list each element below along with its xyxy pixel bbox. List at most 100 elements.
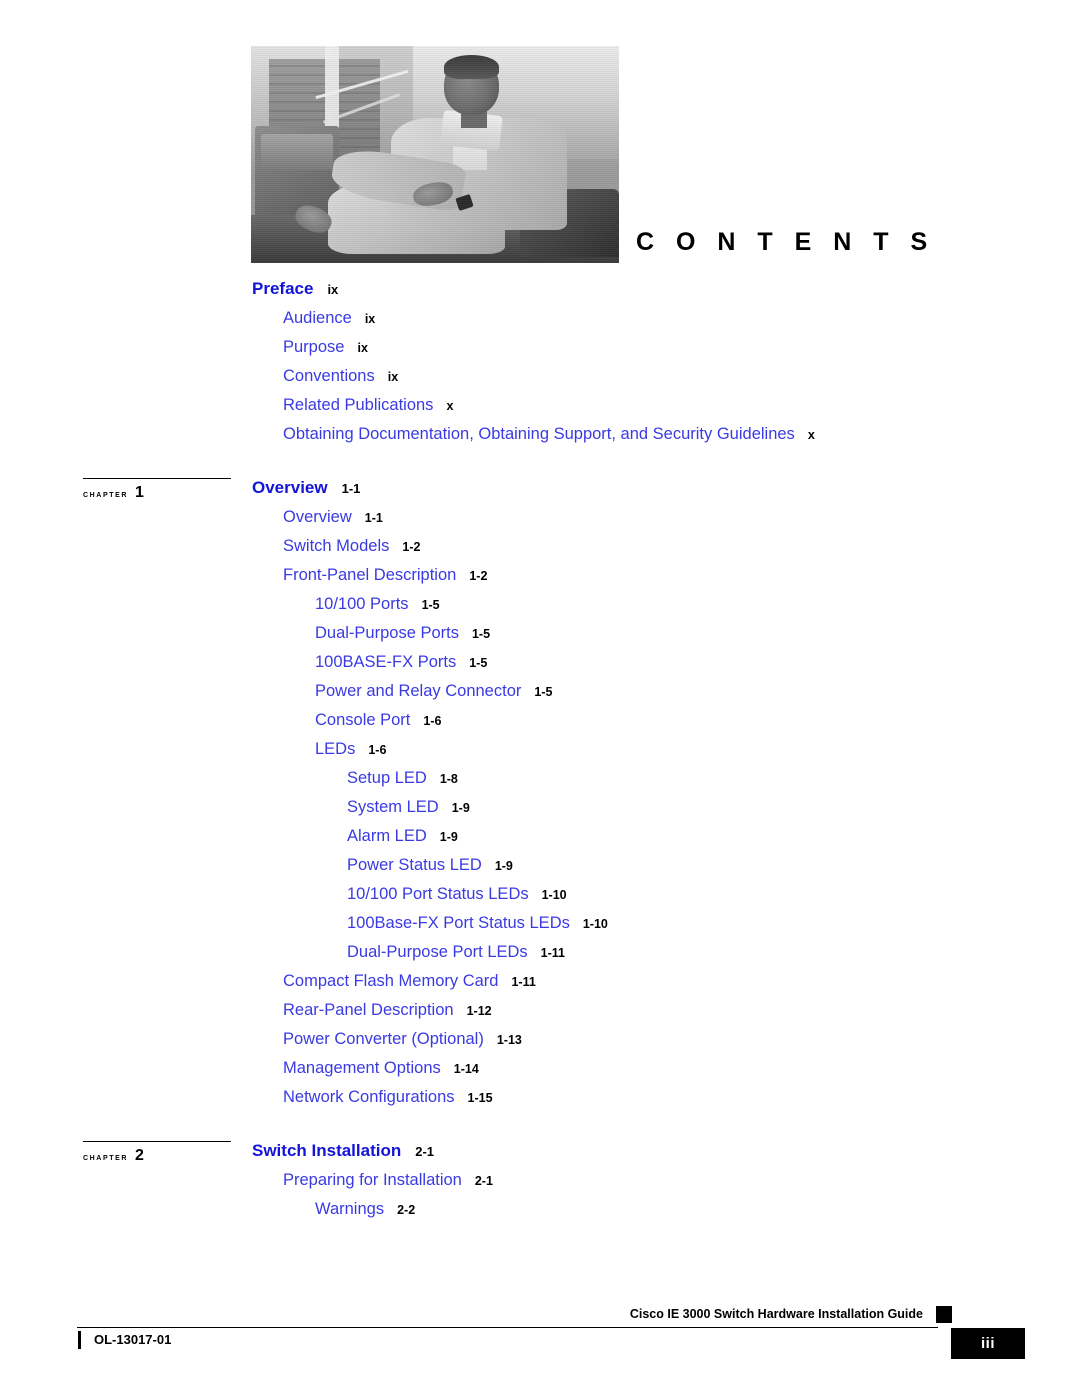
toc-entry[interactable]: 100Base-FX Port Status LEDs 1-10 [0, 914, 1080, 933]
chapter-word: CHAPTER [83, 1151, 129, 1163]
toc-entry[interactable]: LEDs 1-6 [0, 740, 1080, 759]
toc-entry[interactable]: 10/100 Ports 1-5 [0, 595, 1080, 614]
toc-entry-page: 1-13 [496, 1033, 522, 1047]
toc-entry[interactable]: Front-Panel Description 1-2 [0, 566, 1080, 585]
toc-entry[interactable]: 100BASE-FX Ports 1-5 [0, 653, 1080, 672]
toc-chapter-heading[interactable]: Switch Installation 2-1 [0, 1141, 1080, 1161]
toc-entry-label: Console Port [315, 711, 411, 729]
toc-entry[interactable]: Power and Relay Connector 1-5 [0, 682, 1080, 701]
chapter-rule [83, 478, 231, 479]
toc-entry-page: 1-5 [469, 656, 488, 670]
toc-entry-label: 100Base-FX Port Status LEDs [347, 914, 570, 932]
toc-chapter-block: CHAPTER 2 Switch Installation 2-1 [0, 1141, 1080, 1164]
toc-entry[interactable]: Alarm LED 1-9 [0, 827, 1080, 846]
toc-entry-label: Overview [283, 508, 352, 526]
toc-entry-page: 2-1 [415, 1144, 435, 1159]
toc-entry-page: 1-14 [453, 1062, 479, 1076]
toc-entry-page: 1-6 [368, 743, 387, 757]
toc-entry[interactable]: Dual-Purpose Port LEDs 1-11 [0, 943, 1080, 962]
toc-entry-label: Compact Flash Memory Card [283, 972, 499, 990]
toc-entry[interactable]: Power Converter (Optional) 1-13 [0, 1030, 1080, 1049]
toc-entry-label: Network Configurations [283, 1088, 455, 1106]
toc-entry-label: Rear-Panel Description [283, 1001, 454, 1019]
chapter-number: 2 [135, 1147, 144, 1164]
toc-entry[interactable]: Switch Models 1-2 [0, 537, 1080, 556]
toc-entry[interactable]: Dual-Purpose Ports 1-5 [0, 624, 1080, 643]
toc-entry[interactable]: 10/100 Port Status LEDs 1-10 [0, 885, 1080, 904]
toc-entry[interactable]: Overview 1-1 [0, 508, 1080, 527]
toc-entry-label: Audience [283, 309, 352, 327]
toc-entry[interactable]: Conventions ix [0, 367, 1080, 386]
footer-page-number: iii [980, 1335, 995, 1352]
toc-entry[interactable]: Compact Flash Memory Card 1-11 [0, 972, 1080, 991]
toc-entry-page: 1-10 [582, 917, 608, 931]
toc-entry-page: 1-12 [466, 1004, 492, 1018]
toc-entry[interactable]: Related Publications x [0, 396, 1080, 415]
toc-entry-preface[interactable]: Preface ix [0, 279, 1080, 299]
chapter-number: 1 [135, 484, 144, 501]
toc-entry-label: System LED [347, 798, 439, 816]
toc-entry-label: Preface [252, 279, 314, 298]
toc-entry[interactable]: Setup LED 1-8 [0, 769, 1080, 788]
toc-entry[interactable]: Warnings 2-2 [0, 1200, 1080, 1219]
toc-entry-page: ix [387, 370, 399, 384]
toc-entry-page: 1-9 [439, 830, 458, 844]
toc-entry[interactable]: Management Options 1-14 [0, 1059, 1080, 1078]
toc-entry[interactable]: Network Configurations 1-15 [0, 1088, 1080, 1107]
toc-entry-label: Dual-Purpose Port LEDs [347, 943, 528, 961]
toc-entry[interactable]: Power Status LED 1-9 [0, 856, 1080, 875]
chapter-label: CHAPTER 2 [83, 1147, 144, 1165]
toc-chapter-block: CHAPTER 1 Overview 1-1 [0, 478, 1080, 501]
footer-divider [77, 1327, 938, 1328]
toc-entry-page: 2-1 [474, 1174, 493, 1188]
toc-entry-page: 1-5 [534, 685, 553, 699]
toc-entry-label: Warnings [315, 1200, 385, 1218]
toc-entry[interactable]: Purpose ix [0, 338, 1080, 357]
footer-page-box: iii [951, 1328, 1025, 1359]
toc-entry-page: 1-5 [471, 627, 491, 641]
toc-entry[interactable]: Console Port 1-6 [0, 711, 1080, 730]
document-page: C O N T E N T S Preface ix Audience ix Pur… [0, 0, 1080, 1397]
toc-entry[interactable]: Obtaining Documentation, Obtaining Suppo… [0, 425, 1080, 444]
toc-entry-label: 10/100 Ports [315, 595, 409, 613]
chapter-label: CHAPTER 1 [83, 484, 144, 502]
toc-entry-page: 1-9 [451, 801, 470, 815]
toc-chapter-blocks: CHAPTER 1 Overview 1-1 Overview 1-1 Switch Mod… [0, 444, 1080, 1219]
page-footer: Cisco IE 3000 Switch Hardware Installati… [0, 1305, 1080, 1385]
toc-entry[interactable]: System LED 1-9 [0, 798, 1080, 817]
toc-chapter-heading[interactable]: Overview 1-1 [0, 478, 1080, 498]
toc-entry[interactable]: Rear-Panel Description 1-12 [0, 1001, 1080, 1020]
toc-entry-label: Switch Installation [252, 1141, 402, 1160]
toc-preface-entries: Audience ix Purpose ix Conventions ix Related … [0, 309, 1080, 444]
toc-entry-page: x [446, 399, 454, 413]
toc-entry-label: Power Converter (Optional) [283, 1030, 484, 1048]
chapter-word: CHAPTER [83, 488, 129, 500]
toc-entry[interactable]: Preparing for Installation 2-1 [0, 1171, 1080, 1190]
toc-entry-page: ix [364, 312, 376, 326]
toc-entry-label: LEDs [315, 740, 356, 758]
toc-entry-page: 1-2 [469, 569, 488, 583]
toc-entry-label: Purpose [283, 338, 345, 356]
toc-entry[interactable]: Audience ix [0, 309, 1080, 328]
toc-entry-label: Related Publications [283, 396, 434, 414]
toc-entry-label: Conventions [283, 367, 375, 385]
toc-entry-page: 1-1 [364, 511, 383, 525]
